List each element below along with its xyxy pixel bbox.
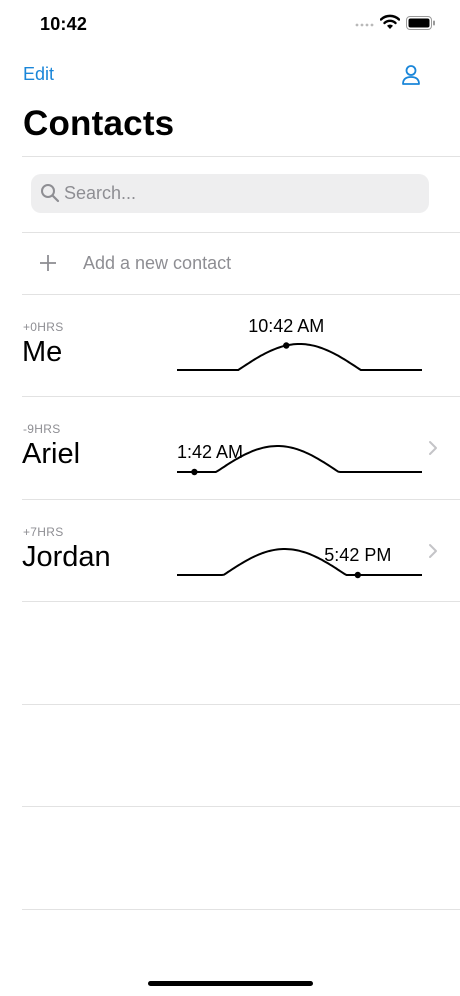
navigation-bar: Edit xyxy=(0,58,460,94)
current-time-marker xyxy=(283,342,290,349)
time-offset-label: +0HRS xyxy=(23,320,64,334)
divider xyxy=(22,909,460,910)
divider xyxy=(22,601,460,602)
search-icon xyxy=(41,184,60,203)
person-icon xyxy=(402,65,420,85)
daylight-curve-line xyxy=(177,343,422,371)
search-bar[interactable] xyxy=(31,174,429,213)
time-offset-label: +7HRS xyxy=(23,525,64,539)
divider xyxy=(22,806,460,807)
current-time-marker xyxy=(191,468,198,476)
chevron-right-icon xyxy=(429,441,437,455)
cellular-signal-icon xyxy=(355,23,374,27)
contact-row-jordan[interactable]: +7HRS Jordan 5:42 PM xyxy=(22,500,460,602)
plus-icon xyxy=(40,255,56,271)
chevron-right-icon xyxy=(429,544,437,558)
contact-name: Me xyxy=(22,336,63,368)
time-offset-label: -9HRS xyxy=(23,422,61,436)
divider xyxy=(22,156,460,157)
add-contact-label: Add a new contact xyxy=(83,253,232,273)
profile-button[interactable] xyxy=(398,62,424,88)
search-input[interactable] xyxy=(64,174,419,213)
add-contact-row[interactable]: Add a new contact xyxy=(22,233,460,294)
local-time-label: 10:42 AM xyxy=(248,315,325,336)
local-time-label: 1:42 AM xyxy=(177,442,244,462)
status-time: 10:42 xyxy=(40,14,88,34)
divider xyxy=(22,704,460,705)
contact-row-me[interactable]: +0HRS Me 10:42 AM xyxy=(22,295,460,397)
contact-row-ariel[interactable]: -9HRS Ariel 1:42 AM xyxy=(22,397,460,499)
home-indicator xyxy=(148,981,313,986)
battery-icon xyxy=(406,16,435,30)
page-title: Contacts xyxy=(23,104,175,143)
current-time-marker xyxy=(354,571,361,579)
wifi-icon xyxy=(380,14,400,29)
contact-name: Jordan xyxy=(22,541,111,573)
edit-button[interactable]: Edit xyxy=(23,64,54,85)
contact-name: Ariel xyxy=(22,438,81,470)
local-time-label: 5:42 PM xyxy=(324,545,392,565)
status-bar: 10:42 xyxy=(0,0,460,50)
